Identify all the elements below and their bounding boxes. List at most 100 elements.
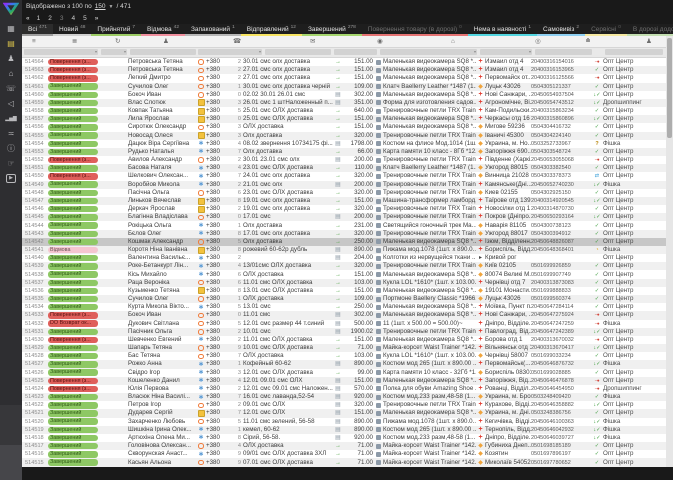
filter-input[interactable] (130, 49, 196, 55)
tab-on-way-home[interactable]: В дорозі додому0 (626, 24, 673, 36)
pagination-page[interactable]: 2 (48, 15, 52, 22)
filter-input[interactable] (334, 49, 377, 55)
table-row[interactable]: 514563 Повернення (з... Петровська Тетяна +… (22, 66, 666, 75)
tab-refused[interactable]: Відмова 42 (141, 24, 185, 36)
table-row[interactable]: 514544 Завершений Рокіцька Ольга ∗ +380 1 Олх … (22, 221, 666, 230)
table-row[interactable]: 514550 Повернення (з... Шелкович Олексан..… (22, 172, 666, 181)
clients-icon[interactable]: ♟ (0, 51, 22, 66)
tab-all[interactable]: Всі 471 (22, 24, 54, 36)
table-row[interactable]: 514540 Завершений Валентина Васильє... ∗ +38… (22, 254, 666, 263)
table-row[interactable]: 514530 Повернення (з... Шевченко Евгений ∗ +… (22, 335, 666, 345)
table-row[interactable]: 514539 Завершений Роке-Бетанкурт Лін... ∗ +3… (22, 262, 666, 271)
table-row[interactable]: 514524 Повернення (з... Юлія Первова ∗ +380 2… (22, 384, 666, 394)
table-row[interactable]: 514556 Завершений Сиротюк Олександр +380 3 ОЛ… (22, 123, 666, 132)
table-row[interactable]: 514542 Завершений Кошмак Александр +380 5 Олх… (22, 237, 666, 246)
table-row[interactable]: 514516 Завершений Скворунская Анаст... ∗ +38… (22, 450, 666, 459)
table-row[interactable]: 514520 Завершений Захарченко Любовь +380 5 11… (22, 417, 666, 426)
table-row[interactable]: 514521 Завершений Дударев Сергій +380 7 12.01… (22, 409, 666, 418)
payment-column-icon[interactable]: ◉ (377, 37, 383, 46)
orders-icon[interactable]: ▤ (0, 36, 22, 51)
table-row[interactable]: 514562 Повернення (з... Легкий Дмитро +380 2… (22, 74, 666, 83)
table-row[interactable]: 514525 Повернення (з... Кошеленко Данил ∗ +3… (22, 376, 666, 385)
table-row[interactable]: 514527 Завершений Рожко Анна ∗ +380 1 Кофейный… (22, 360, 666, 369)
tab-out-of-stock[interactable]: Нема в наявності 1 (467, 24, 537, 36)
info-icon[interactable]: ⓘ (0, 141, 22, 156)
table-row[interactable]: 514532 DO Возврат ок... Дукович Світлана +3… (22, 319, 666, 328)
tab-service[interactable]: Сервісні 0 (585, 24, 627, 36)
video-icon[interactable]: ▶ (0, 171, 22, 186)
table-row[interactable]: 514517 Завершений Головінова Олексан... +38… (22, 442, 666, 451)
phone-column-icon[interactable]: ☎ (233, 37, 241, 46)
table-row[interactable]: 514538 Завершений Кісь Михайло ∗ +380 6 ОЛХ до… (22, 270, 666, 279)
table-row[interactable]: 514551 Завершений Басова Наталя ∗ +380 4 23.01… (22, 164, 666, 173)
table-row[interactable]: 514543 Завершений Бєлов Олег ∗ +380 8 17.01 см… (22, 229, 666, 238)
stats-icon[interactable]: ▂▅▇ (0, 111, 22, 126)
tab-sent[interactable]: Відправлений 12 (240, 24, 302, 36)
table-row[interactable]: 514523 Завершений Власюк Ніна Василі... ∗ +3… (22, 393, 666, 402)
filter-input[interactable]: ▾ (101, 49, 127, 55)
table-row[interactable]: 514528 Завершений Бас Тетяна +380 7 ОЛХ доста… (22, 352, 666, 361)
tab-new[interactable]: Новий 48 (53, 24, 92, 36)
table-row[interactable]: 514522 Завершений Петров Ігор +380 2 09.01 см… (22, 401, 666, 410)
products-column-icon[interactable]: ⌂ (451, 37, 455, 46)
table-row[interactable]: 514537 Завершений Раца Вероніка +380 6 11.01 … (22, 278, 666, 287)
pagination-page[interactable]: 4 (72, 15, 76, 22)
dashboard-icon[interactable]: ▦ (0, 21, 22, 36)
table-row[interactable]: 514554 Завершений Дацюк Віра Сергіївна ∗ +38… (22, 139, 666, 148)
vertical-scrollbar[interactable] (666, 36, 673, 467)
source-column-icon[interactable]: ↻ (115, 37, 120, 46)
table-row[interactable]: 514560 Завершений Бокоч Иван +380 0 02.02 30.… (22, 90, 666, 99)
filter-input[interactable]: ▾ (480, 49, 532, 55)
table-row[interactable]: 514561 Завершений Сучилов Олег +380 1 30.01 с… (22, 82, 666, 91)
filter-input[interactable]: ▾ (198, 49, 262, 55)
tab-pickup[interactable]: Самовивіз 2 (536, 24, 586, 36)
table-row[interactable]: 514548 Завершений Пасічна Ольга +380 6 23.01 … (22, 188, 666, 197)
calls-icon[interactable]: ☏ (0, 81, 22, 96)
pagination-last-icon[interactable]: » (95, 15, 99, 22)
pagination-page[interactable]: 1 (37, 15, 41, 22)
pagination-first-icon[interactable]: « (26, 15, 30, 22)
table-row[interactable]: 514553 Завершений Рудько Наталья ∗ +380 7 Олх … (22, 147, 666, 157)
filter-input[interactable]: ▾ (24, 49, 98, 55)
support-icon[interactable]: ☞ (0, 156, 22, 171)
table-row[interactable]: 514541 Відмова Коротя Ніна Іванівна +380 8 ро… (22, 245, 666, 255)
tab-accepted[interactable]: Прийнятий 7 (91, 24, 141, 36)
table-row[interactable]: 514558 Завершений Ковпак Татьяна +380 5 25.01… (22, 107, 666, 116)
table-row[interactable]: 514535 Завершений Сучилов Олег +380 1 ОЛХ дос… (22, 294, 666, 304)
status-column-icon[interactable]: ≡ (32, 37, 36, 46)
filter-input[interactable] (605, 49, 663, 55)
filter-input[interactable] (265, 49, 331, 55)
pagination-page[interactable]: 5 (83, 15, 87, 22)
table-row[interactable]: 514515 Завершений Касьян Альона +380 9 07.01 … (22, 458, 666, 467)
tab-return-transit[interactable]: Повернення товару (в дорозі) 0 (361, 24, 468, 36)
comment-column-icon[interactable]: ✉ (310, 37, 315, 46)
table-row[interactable]: 514526 Завершений Свідро Ігор ∗ +380 3 12.01 с… (22, 368, 666, 377)
ttn-column-icon[interactable]: ıllı (586, 37, 590, 46)
table-row[interactable]: 514518 Завершений Артюхіна Олена Ми... ∗ +38… (22, 433, 666, 443)
table-row[interactable]: 514547 Завершений Линьков Вячеслав +380 8 19.… (22, 196, 666, 206)
orders-column-icon[interactable]: ≣ (72, 37, 77, 46)
filter-input[interactable]: ▾ (380, 49, 477, 55)
marketing-icon[interactable]: ◁ (0, 96, 22, 111)
table-row[interactable]: 514545 Завершений Благінна Владіслава +380 0… (22, 213, 666, 222)
table-row[interactable]: 514534 Завершений Курта Микола Вікто... ∗ +3… (22, 303, 666, 312)
client-column-icon[interactable]: ♟ (163, 37, 169, 46)
filter-input[interactable] (535, 49, 592, 55)
table-row[interactable]: 514549 Завершений Воробйов Микола ∗ +380 2 21.… (22, 180, 666, 189)
table-row[interactable]: 514555 Завершений Новосад Олеся +380 3 Олх до… (22, 131, 666, 140)
table-row[interactable]: 514546 Завершений Деркач Ярослав +380 2 19.01… (22, 205, 666, 214)
scrollbar-thumb[interactable] (667, 38, 672, 138)
pagination-page[interactable]: 3 (60, 15, 64, 22)
app-logo-icon[interactable] (3, 2, 19, 15)
tab-packed[interactable]: Запакований 1 (185, 24, 241, 36)
settings-icon[interactable]: ≍ (0, 126, 22, 141)
table-row[interactable]: 514557 Завершений Лила Ярослав +380 0 25.01 с… (22, 115, 666, 124)
table-row[interactable]: 514533 Повернення (з... Бокоч Иван +380 0 11.… (22, 311, 666, 320)
per-page-dropdown[interactable]: 150 (95, 3, 106, 10)
company-icon[interactable]: ⌂ (0, 66, 22, 81)
table-row[interactable]: 514564 Повернення (з... Петровська Тетяна +… (22, 58, 666, 67)
manager-column-icon[interactable]: ♟ (646, 37, 652, 46)
table-row[interactable]: 514559 Завершений Влас Слотюк +380 3 26.01 см… (22, 98, 666, 108)
location-column-icon[interactable]: ◎ (535, 37, 541, 46)
table-row[interactable]: 514531 Завершений Пасічник Ольга +380 2 10.01… (22, 327, 666, 336)
